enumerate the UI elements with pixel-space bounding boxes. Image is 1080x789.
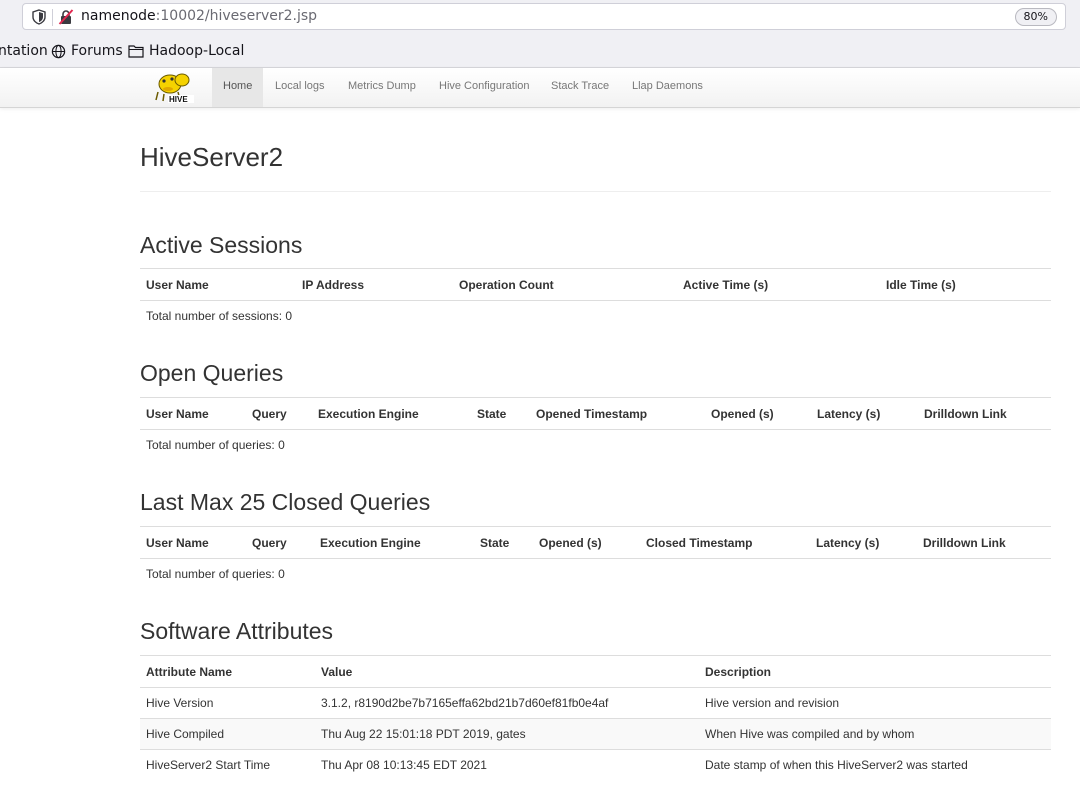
table-header-row: User Name Query Execution Engine State O… — [140, 526, 1051, 559]
column-header: Drilldown Link — [917, 526, 1051, 559]
column-header: Query — [246, 397, 312, 430]
table-header-row: User Name Query Execution Engine State O… — [140, 397, 1051, 430]
attribute-value: Thu Aug 22 15:01:18 PDT 2019, gates — [315, 718, 699, 750]
column-header: Execution Engine — [314, 526, 474, 559]
column-header: Opened (s) — [705, 397, 811, 430]
hive-logo[interactable]: HIVE — [150, 70, 202, 106]
column-header: State — [471, 397, 530, 430]
column-header: Description — [699, 655, 1051, 688]
column-header: Execution Engine — [312, 397, 471, 430]
column-header: User Name — [140, 397, 246, 430]
attribute-name: HiveServer2 Start Time — [140, 749, 315, 781]
attribute-description: When Hive was compiled and by whom — [699, 718, 1051, 750]
bookmark-label: ntation — [0, 43, 48, 59]
column-header: Value — [315, 655, 699, 688]
closed-queries-table: User Name Query Execution Engine State O… — [140, 526, 1051, 590]
bookmark-forums[interactable]: Forums — [51, 43, 123, 59]
active-sessions-heading: Active Sessions — [140, 232, 303, 258]
column-header: Latency (s) — [810, 526, 917, 559]
nav-llap-daemons[interactable]: Llap Daemons — [621, 68, 714, 107]
attribute-value: Thu Apr 08 10:13:45 EDT 2021 — [315, 749, 699, 781]
column-header: User Name — [140, 526, 246, 559]
column-header: User Name — [140, 268, 296, 301]
open-queries-heading: Open Queries — [140, 360, 284, 386]
nav-hive-configuration[interactable]: Hive Configuration — [428, 68, 541, 107]
bookmark-documentation[interactable]: ntation — [0, 43, 48, 59]
column-header: IP Address — [296, 268, 453, 301]
title-divider — [140, 191, 1051, 192]
column-header: Query — [246, 526, 314, 559]
bookmarks-toolbar: ntation Forums Hadoop-Local — [0, 36, 1080, 68]
column-header: Idle Time (s) — [880, 268, 1051, 301]
url-path: :10002/hiveserver2.jsp — [155, 8, 318, 24]
attribute-name: Hive Compiled — [140, 718, 315, 750]
sessions-total: Total number of sessions: 0 — [146, 309, 293, 324]
closed-queries-heading: Last Max 25 Closed Queries — [140, 489, 431, 515]
bookmark-label: Forums — [71, 43, 123, 59]
column-header: Drilldown Link — [918, 397, 1051, 430]
insecure-lock-icon[interactable] — [58, 9, 74, 25]
attribute-description: Date stamp of when this HiveServer2 was … — [699, 749, 1051, 781]
closed-queries-total: Total number of queries: 0 — [146, 567, 285, 582]
column-header: Opened (s) — [533, 526, 640, 559]
folder-icon — [128, 45, 144, 58]
nav-local-logs[interactable]: Local logs — [264, 68, 336, 107]
url-separator — [52, 9, 53, 26]
column-header: Active Time (s) — [677, 268, 880, 301]
nav-stack-trace[interactable]: Stack Trace — [540, 68, 620, 107]
table-row: Hive Compiled Thu Aug 22 15:01:18 PDT 20… — [140, 718, 1051, 750]
column-header: Latency (s) — [811, 397, 918, 430]
column-header: Operation Count — [453, 268, 677, 301]
page-title: HiveServer2 — [140, 142, 284, 172]
attribute-name: Hive Version — [146, 696, 214, 710]
hive-logo-text: HIVE — [169, 95, 188, 104]
table-row: Hive Version 3.1.2, r8190d2be7b7165effa6… — [140, 688, 1051, 719]
attribute-value: 3.1.2, r8190d2be7b7165effa62bd21b7d60ef8… — [321, 696, 609, 710]
open-queries-table: User Name Query Execution Engine State O… — [140, 397, 1051, 461]
table-header-row: Attribute Name Value Description — [140, 655, 1051, 688]
browser-toolbar: namenode:10002/hiveserver2.jsp 80% — [0, 0, 1080, 36]
url-text[interactable]: namenode:10002/hiveserver2.jsp — [81, 8, 317, 24]
top-navbar: HIVE Home Local logs Metrics Dump Hive C… — [0, 68, 1080, 108]
column-header: State — [474, 526, 533, 559]
column-header: Attribute Name — [140, 655, 315, 688]
software-attributes-table: Attribute Name Value Description Hive Ve… — [140, 655, 1051, 781]
nav-home[interactable]: Home — [212, 68, 264, 107]
bookmark-label: Hadoop-Local — [149, 43, 245, 59]
software-attributes-heading: Software Attributes — [140, 618, 334, 644]
zoom-level-badge[interactable]: 80% — [1014, 8, 1057, 26]
table-row: HiveServer2 Start Time Thu Apr 08 10:13:… — [140, 749, 1051, 781]
nav-metrics-dump[interactable]: Metrics Dump — [337, 68, 427, 107]
column-header: Opened Timestamp — [530, 397, 705, 430]
url-host: namenode — [81, 8, 156, 24]
table-header-row: User Name IP Address Operation Count Act… — [140, 268, 1051, 301]
column-header: Closed Timestamp — [640, 526, 810, 559]
open-queries-total: Total number of queries: 0 — [146, 438, 285, 453]
active-sessions-table: User Name IP Address Operation Count Act… — [140, 268, 1051, 332]
globe-icon — [51, 44, 66, 58]
bookmark-folder-hadoop-local[interactable]: Hadoop-Local — [128, 43, 244, 59]
address-bar[interactable]: namenode:10002/hiveserver2.jsp 80% — [22, 3, 1066, 30]
attribute-description: Hive version and revision — [705, 696, 840, 710]
shield-icon[interactable] — [32, 9, 46, 25]
